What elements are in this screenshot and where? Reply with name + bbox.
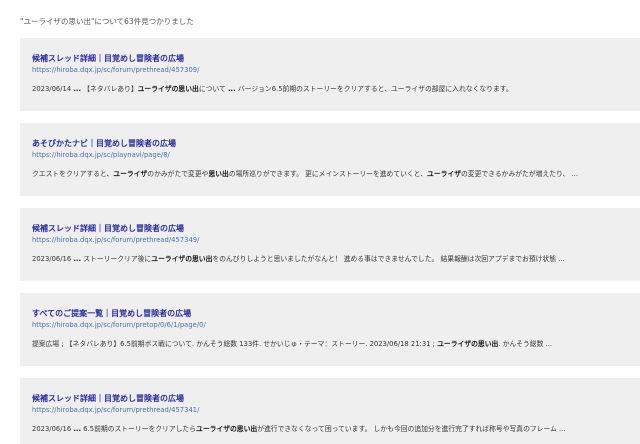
result-url-link[interactable]: https://hiroba.dqx.jp/sc/forum/prethread…	[32, 66, 628, 75]
result-item: 候補スレッド詳細｜目覚めし冒険者の広場 https://hiroba.dqx.j…	[20, 208, 640, 281]
snippet-highlight: ...	[73, 255, 82, 263]
result-title-link[interactable]: すべてのご提案一覧｜目覚めし冒険者の広場	[32, 308, 628, 319]
result-snippet: 2023/06/16 ... ストーリークリア後にユーライザの思い出をのんびりし…	[32, 254, 628, 264]
result-item: すべてのご提案一覧｜目覚めし冒険者の広場 https://hiroba.dqx.…	[20, 293, 640, 366]
result-title-link[interactable]: 候補スレッド詳細｜目覚めし冒険者の広場	[32, 393, 628, 404]
snippet-text: のかみがたで変更や	[147, 170, 209, 178]
result-snippet: 2023/06/14 ... 【ネタバレあり】ユーライザの思い出について ...…	[32, 84, 628, 94]
snippet-highlight: ...	[73, 85, 82, 93]
result-item: 候補スレッド詳細｜目覚めし冒険者の広場 https://hiroba.dqx.j…	[20, 378, 640, 444]
result-url-link[interactable]: https://hiroba.dqx.jp/sc/forum/prethread…	[32, 406, 628, 415]
snippet-text: 2023/06/14	[32, 85, 74, 93]
result-title-link[interactable]: 候補スレッド詳細｜目覚めし冒険者の広場	[32, 53, 628, 64]
result-title-link[interactable]: あそびかたナビ｜目覚めし冒険者の広場	[32, 138, 628, 149]
results-summary: "ユーライザの思い出"について63件見つかりました	[20, 17, 194, 26]
results-list: 候補スレッド詳細｜目覚めし冒険者の広場 https://hiroba.dqx.j…	[20, 38, 640, 444]
snippet-highlight: ユーライザ	[113, 170, 148, 178]
search-results-page: "ユーライザの思い出"について63件見つかりました 候補スレッド詳細｜目覚めし冒…	[0, 0, 640, 444]
result-url-link[interactable]: https://hiroba.dqx.jp/sc/forum/pretop/0/…	[32, 321, 628, 330]
snippet-highlight: ユーライザの思い出	[151, 255, 213, 263]
result-item: あそびかたナビ｜目覚めし冒険者の広場 https://hiroba.dqx.jp…	[20, 123, 640, 196]
snippet-highlight: ユーライザの思い出	[137, 85, 199, 93]
snippet-text: ストーリークリア後に	[81, 255, 152, 263]
snippet-highlight: ユーライザの思い出	[196, 425, 258, 433]
result-snippet: 2023/06/16 ... 6.5前期のストーリーをクリアしたらユーライザの思…	[32, 424, 628, 434]
snippet-text: 2023/06/16	[32, 255, 74, 263]
result-title-link[interactable]: 候補スレッド詳細｜目覚めし冒険者の広場	[32, 223, 628, 234]
snippet-text: バージョン6.5前期のストーリーをクリアすると、ユーライザの部屋に入れなくなりま…	[235, 85, 513, 93]
snippet-text: 【ネタバレあり】	[81, 85, 138, 93]
snippet-highlight: ユーライザの思い出	[437, 340, 499, 348]
result-url-link[interactable]: https://hiroba.dqx.jp/sc/playnavi/page/8…	[32, 151, 628, 160]
snippet-text: について	[198, 85, 228, 93]
result-url-link[interactable]: https://hiroba.dqx.jp/sc/forum/prethread…	[32, 236, 628, 245]
snippet-text: クエストをクリアすると、	[32, 170, 114, 178]
snippet-text: をのんびりしようと思いましたがなんと！ 進める事はできませんでした。 結果報酬は…	[212, 255, 565, 263]
snippet-highlight: ...	[227, 85, 236, 93]
snippet-highlight: 思い出	[208, 170, 229, 178]
result-item: 候補スレッド詳細｜目覚めし冒険者の広場 https://hiroba.dqx.j…	[20, 38, 640, 111]
snippet-text: 6.5前期のストーリーをクリアしたら	[81, 425, 197, 433]
snippet-text: 提案広場 ; 【ネタバレあり】6.5前期ボス戦について. かんそう総数 133件…	[32, 340, 438, 348]
snippet-text: が進行できなくなって困っています。 しかも今回の追加分を進行完了すれば称号や写真…	[257, 425, 566, 433]
snippet-highlight: ユーライザ	[427, 170, 462, 178]
snippet-text: の場所巡りができます。 更にメインストーリーを進めていくと、	[228, 170, 428, 178]
snippet-text: 2023/06/16	[32, 425, 74, 433]
result-snippet: クエストをクリアすると、ユーライザのかみがたで変更や思い出の場所巡りができます。…	[32, 169, 628, 179]
result-snippet: 提案広場 ; 【ネタバレあり】6.5前期ボス戦について. かんそう総数 133件…	[32, 339, 628, 349]
snippet-text: . かんそう総数 ...	[498, 340, 553, 348]
snippet-highlight: ...	[73, 425, 82, 433]
snippet-text: の変更できるかみがたが増えたり、 ...	[461, 170, 578, 178]
